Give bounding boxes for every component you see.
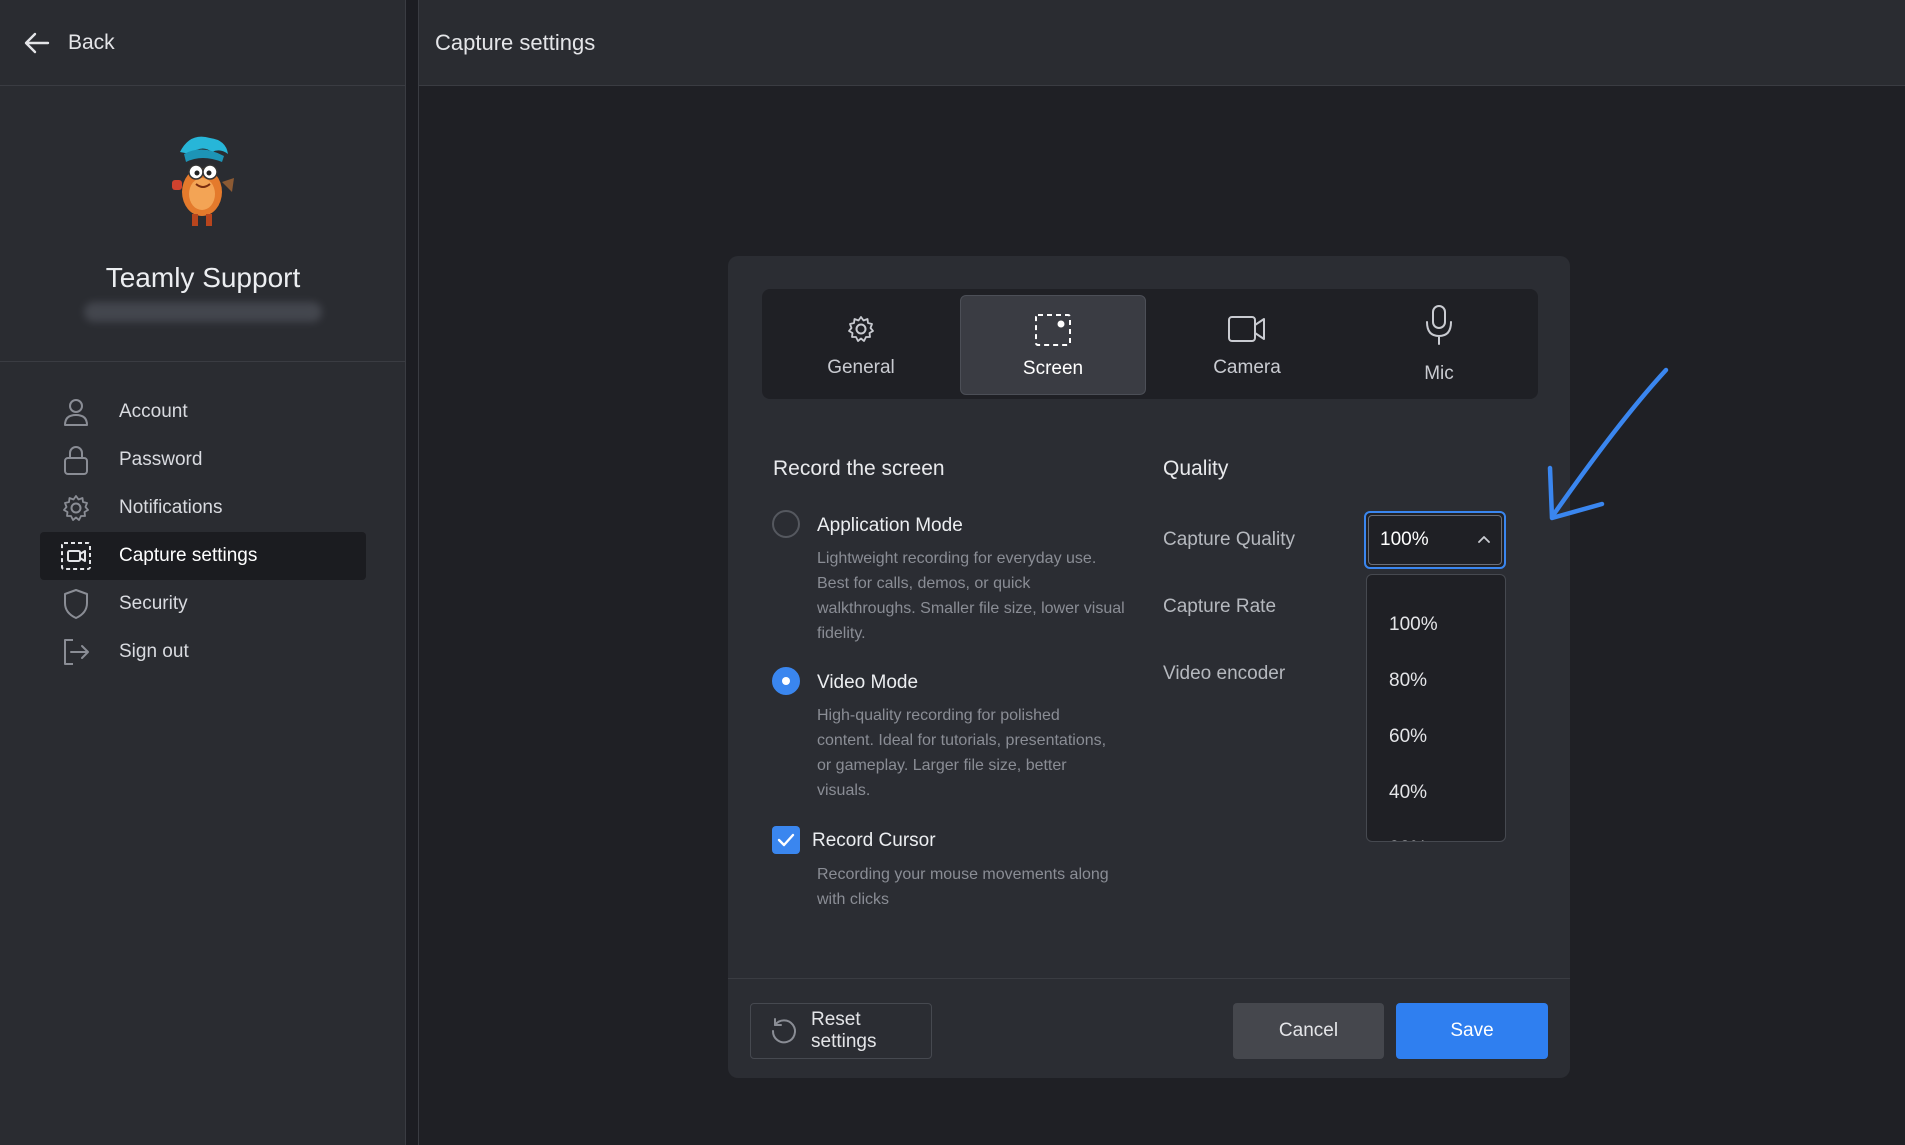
mic-icon	[1346, 305, 1532, 345]
dropdown-option[interactable]: 60%	[1367, 709, 1505, 765]
reset-icon	[769, 1016, 799, 1046]
sidebar-item-account[interactable]: Account	[40, 388, 366, 436]
tab-label: Screen	[1022, 358, 1084, 379]
save-button[interactable]: Save	[1396, 1003, 1548, 1059]
dropdown-option[interactable]: 100%	[1367, 597, 1505, 653]
divider	[0, 85, 406, 86]
sidebar-item-label: Account	[119, 401, 188, 422]
tab-label: Mic	[1424, 363, 1454, 384]
divider	[728, 978, 1570, 979]
camera-icon	[1154, 309, 1340, 349]
sidebar-item-capture-settings[interactable]: Capture settings	[40, 532, 366, 580]
section-title-record: Record the screen	[773, 457, 945, 480]
sidebar: Back Teamly Support Account Password Not…	[0, 0, 406, 1145]
video-mode-radio[interactable]	[772, 667, 800, 695]
capture-quality-select[interactable]: 100%	[1364, 511, 1506, 569]
screen-capture-icon	[60, 540, 92, 572]
annotation-arrow-icon	[1510, 360, 1690, 530]
divider	[0, 361, 406, 362]
page-header: Capture settings	[419, 0, 1905, 86]
sign-out-icon	[60, 636, 92, 668]
chevron-up-icon	[1478, 535, 1490, 543]
sidebar-item-security[interactable]: Security	[40, 580, 366, 628]
sidebar-item-password[interactable]: Password	[40, 436, 366, 484]
tab-camera[interactable]: Camera	[1154, 295, 1340, 395]
application-mode-title: Application Mode	[817, 515, 963, 536]
record-cursor-description: Recording your mouse movements along wit…	[817, 866, 1109, 908]
capture-quality-dropdown: 100% 80% 60% 40% 20%	[1366, 574, 1506, 842]
user-icon	[60, 396, 92, 428]
arrow-left-icon	[24, 32, 50, 54]
sidebar-item-label: Capture settings	[119, 545, 258, 566]
record-cursor-title: Record Cursor	[812, 830, 936, 851]
application-mode-radio[interactable]	[772, 510, 800, 538]
shield-icon	[60, 588, 92, 620]
video-mode-description: High-quality recording for polished cont…	[817, 707, 1107, 799]
back-button[interactable]: Back	[24, 28, 115, 58]
back-label: Back	[68, 31, 115, 54]
tab-bar: General Screen Camera Mic	[762, 289, 1538, 399]
sidebar-item-label: Password	[119, 449, 203, 470]
section-title-quality: Quality	[1163, 457, 1229, 480]
capture-quality-value: 100%	[1380, 529, 1429, 550]
tab-screen[interactable]: Screen	[960, 295, 1146, 395]
tab-label: Camera	[1213, 357, 1281, 378]
lock-icon	[60, 444, 92, 476]
sidebar-item-label: Security	[119, 593, 188, 614]
sidebar-item-notifications[interactable]: Notifications	[40, 484, 366, 532]
profile-name: Teamly Support	[105, 262, 301, 293]
settings-nav: Account Password Notifications Capture s…	[40, 388, 366, 676]
reset-settings-label: Reset settings	[811, 1009, 877, 1052]
dropdown-option[interactable]: 80%	[1367, 653, 1505, 709]
tab-label: General	[827, 357, 895, 378]
video-encoder-label: Video encoder	[1163, 663, 1286, 684]
checkmark-icon	[777, 833, 795, 847]
tab-mic[interactable]: Mic	[1346, 295, 1532, 395]
video-mode-title: Video Mode	[817, 672, 919, 693]
capture-rate-label: Capture Rate	[1163, 596, 1277, 617]
sidebar-item-label: Sign out	[119, 641, 189, 662]
gear-icon	[60, 492, 92, 524]
tab-general[interactable]: General	[768, 295, 954, 395]
record-cursor-checkbox[interactable]	[772, 826, 800, 854]
screen-capture-icon	[961, 310, 1145, 350]
capture-quality-label: Capture Quality	[1163, 529, 1296, 550]
dropdown-option[interactable]: 20%	[1367, 821, 1505, 841]
dropdown-option[interactable]: 40%	[1367, 765, 1505, 821]
cancel-button[interactable]: Cancel	[1233, 1003, 1384, 1059]
profile-email-redacted	[84, 302, 322, 322]
gear-icon	[768, 309, 954, 349]
reset-settings-button[interactable]: Reset settings	[750, 1003, 932, 1059]
application-mode-description: Lightweight recording for everyday use. …	[817, 550, 1125, 642]
avatar	[162, 130, 246, 230]
capture-settings-dialog: General Screen Camera Mic Record the scr…	[728, 256, 1570, 1078]
sidebar-item-sign-out[interactable]: Sign out	[40, 628, 366, 676]
page-title: Capture settings	[435, 30, 596, 55]
sidebar-item-label: Notifications	[119, 497, 223, 518]
